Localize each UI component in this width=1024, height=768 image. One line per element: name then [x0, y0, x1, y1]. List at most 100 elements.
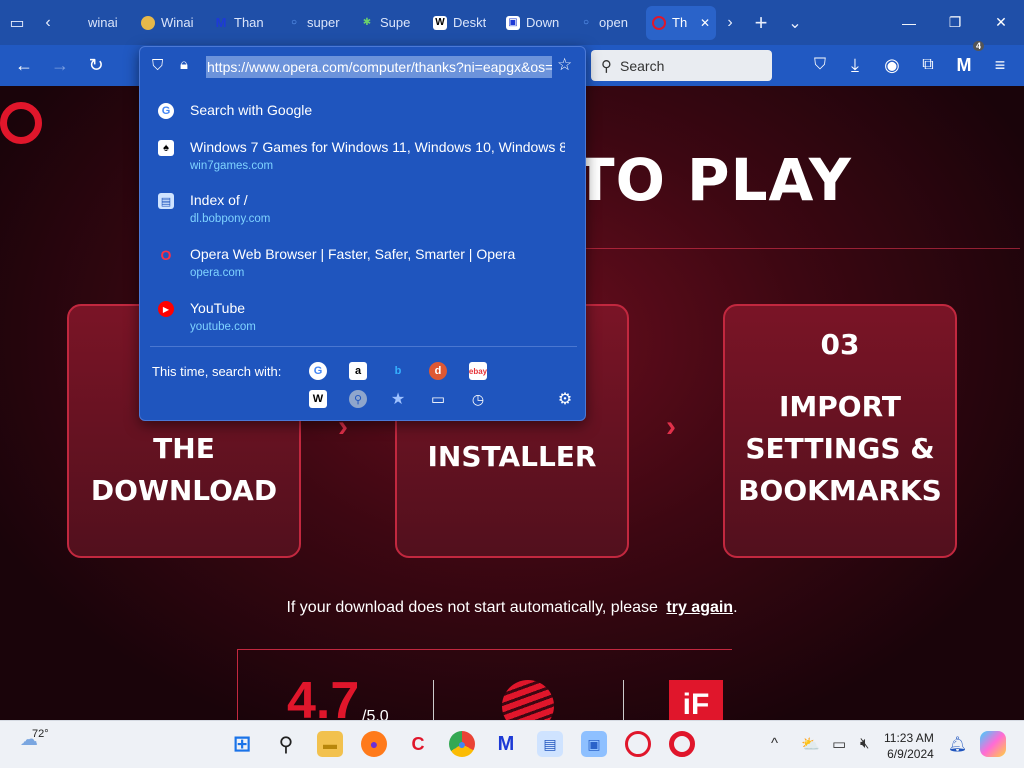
tab-title: Down [526, 15, 560, 30]
taskbar: ☁ 72° ⊞ ⚲ ▬ ● C ● M ▤ ▣ ^ ⛅ ▭ 🔇︎ 11:23 A… [0, 720, 1024, 768]
extensions-icon[interactable]: ⧉ [910, 47, 946, 83]
tab-8-active[interactable]: Th ✕ [646, 5, 716, 40]
volume-muted-icon[interactable]: 🔇︎ [860, 735, 869, 752]
tab-title: Supe [380, 15, 411, 30]
history-search-icon[interactable]: ⚲ [349, 390, 367, 408]
network-icon[interactable]: ⛅ [801, 735, 820, 753]
forward-icon[interactable]: → [42, 47, 78, 83]
reload-icon[interactable]: ↻ [78, 47, 114, 83]
back-icon[interactable]: ← [6, 47, 42, 83]
scroll-tabs-left-icon[interactable]: ‹ [34, 0, 62, 45]
divider [623, 680, 624, 720]
step-card-3-text: IMPORT SETTINGS & BOOKMARKS [738, 390, 942, 507]
tabs-search-icon[interactable]: ▭ [429, 390, 447, 408]
ebay-engine-icon[interactable]: ebay [469, 362, 487, 380]
step-card-3-number: 03 [820, 328, 860, 361]
suggestion-bobpony[interactable]: ▤ Index of / dl.bobpony.com [140, 189, 585, 241]
chrome-icon[interactable]: ● [449, 731, 475, 757]
amazon-engine-icon[interactable]: a [349, 362, 367, 380]
malwarebytes-icon[interactable]: M [493, 731, 519, 757]
try-again-link[interactable]: try again [666, 599, 733, 616]
tab-title: Th [672, 15, 688, 30]
search-bar[interactable]: ⚲ Search [591, 50, 772, 81]
step-card-2-text: INSTALLER [427, 440, 597, 473]
history-clock-icon[interactable]: ◷ [469, 390, 487, 408]
firefox-icon[interactable]: ● [361, 731, 387, 757]
suggestion-youtube[interactable]: ▶ YouTube youtube.com [140, 297, 585, 349]
retry-text: If your download does not start automati… [286, 599, 658, 616]
date: 6/9/2024 [887, 747, 934, 761]
bookmarks-search-icon[interactable]: ★ [389, 390, 407, 408]
malwarebytes-extension-icon[interactable]: M4 [946, 41, 984, 83]
clock[interactable]: 11:23 AM 6/9/2024 [884, 730, 934, 762]
url-input[interactable]: https://www.opera.com/computer/thanks?ni… [206, 56, 552, 78]
restore-icon[interactable]: ❐ [932, 0, 978, 45]
suggestion-title: Opera Web Browser | Faster, Safer, Smart… [190, 246, 516, 262]
tab-1[interactable]: Winai [135, 6, 208, 40]
tab-favicon [141, 15, 155, 30]
notification-bell-icon[interactable]: 🔔︎ [948, 735, 967, 753]
suggestion-title: Search with Google [190, 102, 313, 118]
display-icon[interactable]: ▭ [832, 735, 846, 753]
suggestion-url: dl.bobpony.com [190, 213, 271, 225]
pocket-icon[interactable]: ⛉ [802, 47, 838, 83]
close-window-icon[interactable]: ✕ [978, 0, 1024, 45]
tab-favicon [68, 16, 82, 30]
opera-favicon-icon [652, 15, 666, 30]
tab-2[interactable]: M Than [208, 6, 281, 40]
weather-widget[interactable]: ☁ 72° [20, 728, 49, 750]
suggestion-title: Windows 7 Games for Windows 11, Windows … [190, 139, 565, 155]
search-taskbar-icon[interactable]: ⚲ [273, 731, 299, 757]
tab-3[interactable]: ○ super [281, 6, 354, 40]
minimize-icon[interactable]: — [886, 0, 932, 45]
tab-title: winai [88, 15, 118, 30]
duckduckgo-engine-icon[interactable]: d [429, 362, 447, 380]
cards-icon: ♠ [158, 140, 174, 156]
file-explorer-icon[interactable]: ▬ [317, 731, 343, 757]
opera-gx-icon[interactable] [625, 731, 651, 757]
divider [433, 680, 434, 720]
bing-engine-icon[interactable]: b [389, 362, 407, 380]
urlbar-dropdown: ⛉ 🔒︎ https://www.opera.com/computer/than… [139, 46, 586, 421]
google-engine-icon[interactable]: G [309, 362, 327, 380]
bookmark-star-icon[interactable]: ☆ [557, 55, 572, 75]
start-windows-icon[interactable]: ⊞ [229, 731, 255, 757]
suggestion-url: youtube.com [190, 321, 256, 333]
search-settings-gear-icon[interactable]: ⚙ [556, 390, 574, 408]
opera-icon[interactable] [669, 731, 695, 757]
tab-title: Winai [161, 15, 194, 30]
step-card-3: 03 IMPORT SETTINGS & BOOKMARKS [723, 304, 957, 558]
google-icon: G [158, 103, 174, 119]
temperature: 72° [32, 728, 49, 740]
suggestion-opera[interactable]: O Opera Web Browser | Faster, Safer, Sma… [140, 243, 585, 295]
rating-value: 4.7 [287, 672, 360, 720]
tab-overview-icon[interactable]: ▭ [0, 0, 34, 45]
tab-5[interactable]: W Deskt [427, 6, 500, 40]
tab-0[interactable]: winai [62, 6, 135, 40]
tab-6[interactable]: ▣ Down [500, 6, 573, 40]
tab-4[interactable]: ✱ Supe [354, 6, 427, 40]
control-panel-icon[interactable]: ▣ [581, 731, 607, 757]
wikipedia-engine-icon[interactable]: W [309, 390, 327, 408]
new-tab-icon[interactable]: + [744, 0, 778, 45]
account-icon[interactable]: ◉ [874, 47, 910, 83]
downloads-icon[interactable]: ⤓ [837, 47, 873, 83]
search-bar-placeholder: Search [620, 57, 665, 74]
menu-icon[interactable]: ≡ [982, 47, 1018, 83]
copilot-icon[interactable] [980, 731, 1006, 757]
tab-7[interactable]: ○ open [573, 6, 646, 40]
suggestion-win7games[interactable]: ♠ Windows 7 Games for Windows 11, Window… [140, 136, 585, 188]
notepad-icon[interactable]: ▤ [537, 731, 563, 757]
rating-scale: /5.0 [362, 708, 389, 720]
scroll-tabs-right-icon[interactable]: › [716, 0, 744, 45]
show-hidden-icons-icon[interactable]: ^ [771, 735, 778, 752]
close-tab-icon[interactable]: ✕ [700, 16, 710, 30]
lock-icon[interactable]: 🔒︎ [180, 56, 188, 73]
download-favicon-icon: ▣ [506, 15, 520, 30]
tab-title: Than [234, 15, 264, 30]
list-all-tabs-icon[interactable]: ⌄ [778, 0, 812, 45]
tracking-protection-icon[interactable]: ⛉ [152, 57, 163, 74]
suggestion-url: win7games.com [190, 160, 274, 172]
ccleaner-icon[interactable]: C [405, 731, 431, 757]
folder-icon: ▤ [158, 193, 174, 209]
